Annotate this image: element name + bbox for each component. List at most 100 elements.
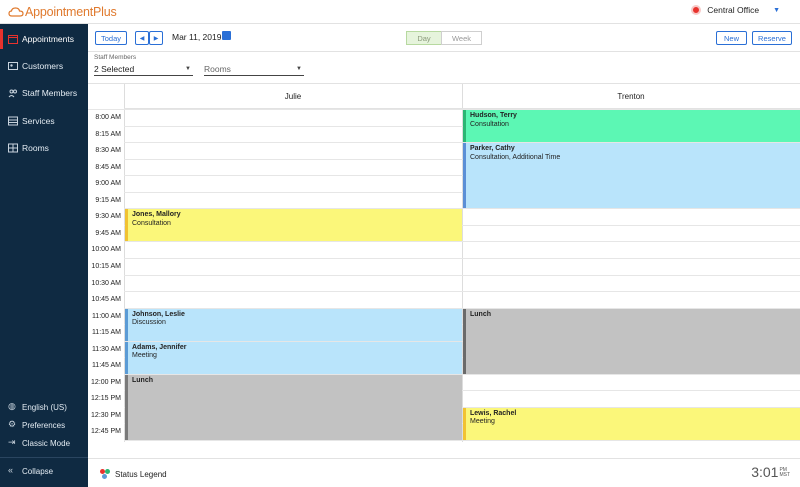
office-selector[interactable]: Central Office ▼ bbox=[691, 5, 780, 15]
gear-icon: ⚙ bbox=[8, 419, 17, 429]
office-status-icon bbox=[691, 5, 702, 15]
calendar-grid: Julie Trenton 8:00 AM 8:15 AM 8:30 AM 8:45 AM… bbox=[88, 84, 800, 442]
staff-select[interactable]: 2 Selected ▼ bbox=[94, 62, 193, 76]
time-label: 8:45 AM bbox=[95, 163, 121, 171]
sidebar-bottom-label: English (US) bbox=[22, 402, 67, 412]
top-bar: AppointmentPlus Central Office ▼ bbox=[0, 0, 800, 24]
next-day-button[interactable]: ▶ bbox=[149, 31, 163, 45]
new-button[interactable]: New bbox=[716, 31, 747, 45]
appointment-service: Meeting bbox=[132, 352, 157, 360]
sidebar-item-rooms[interactable]: Rooms bbox=[0, 135, 88, 161]
time-label: 10:45 AM bbox=[91, 296, 121, 304]
time-label: 9:30 AM bbox=[95, 213, 121, 221]
customers-icon bbox=[8, 61, 18, 71]
status-legend-label: Status Legend bbox=[115, 469, 167, 479]
caret-down-icon: ▼ bbox=[296, 66, 302, 72]
sidebar-bottom-label: Preferences bbox=[22, 420, 66, 430]
time-label: 11:45 AM bbox=[91, 362, 121, 370]
current-date[interactable]: Mar 11, 2019 bbox=[172, 32, 221, 42]
appointment-card[interactable]: Hudson, Terry Consultation bbox=[463, 110, 800, 143]
clock-timezone: MST bbox=[779, 472, 790, 478]
appointment-customer: Lunch bbox=[132, 376, 153, 384]
view-day-tab[interactable]: Day bbox=[406, 31, 442, 45]
services-icon bbox=[8, 116, 18, 126]
slot-line bbox=[124, 257, 800, 259]
time-label: 12:45 PM bbox=[91, 428, 121, 436]
status-legend-button[interactable]: Status Legend bbox=[100, 469, 167, 479]
appointment-service: Consultation bbox=[470, 120, 509, 128]
appointment-card[interactable]: Lewis, Rachel Meeting bbox=[463, 407, 800, 440]
toolbar: Today ◀ ▶ Mar 11, 2019 Day Week New Rese… bbox=[88, 24, 800, 52]
view-week-tab[interactable]: Week bbox=[441, 31, 482, 45]
calendar-picker-icon[interactable] bbox=[222, 31, 231, 40]
app-logo[interactable]: AppointmentPlus bbox=[8, 4, 117, 20]
appointment-customer: Adams, Jennifer bbox=[132, 343, 187, 351]
status-legend-icon bbox=[100, 469, 110, 479]
appointment-service: Consultation bbox=[132, 219, 171, 227]
chevron-down-icon: ▼ bbox=[773, 6, 780, 14]
sidebar-item-label: Rooms bbox=[22, 143, 49, 153]
appointment-service: Meeting bbox=[470, 418, 495, 426]
cloud-icon bbox=[8, 7, 24, 17]
prev-day-button[interactable]: ◀ bbox=[135, 31, 149, 45]
caret-down-icon: ▼ bbox=[185, 66, 191, 72]
appointment-customer: Lewis, Rachel bbox=[470, 409, 517, 417]
appointment-card[interactable]: Adams, Jennifer Meeting bbox=[125, 341, 462, 374]
sidebar-item-label: Staff Members bbox=[22, 88, 78, 98]
time-label: 12:30 PM bbox=[91, 411, 121, 419]
sidebar-item-staff-members[interactable]: Staff Members bbox=[0, 80, 88, 106]
sidebar: Appointments Customers Staff Members Servic… bbox=[0, 24, 88, 487]
appointment-card[interactable]: Johnson, Leslie Discussion bbox=[125, 308, 462, 341]
time-label: 10:30 AM bbox=[91, 279, 121, 287]
appointment-card[interactable]: Parker, Cathy Consultation, Additional Ti… bbox=[463, 143, 800, 209]
appointment-card[interactable]: Lunch bbox=[463, 308, 800, 374]
time-label: 11:00 AM bbox=[91, 312, 121, 320]
appointment-card[interactable]: Lunch bbox=[125, 374, 462, 440]
reserve-button[interactable]: Reserve bbox=[752, 31, 792, 45]
collapse-button[interactable]: « Collapse bbox=[0, 462, 88, 480]
sidebar-item-label: Customers bbox=[22, 61, 64, 71]
time-label: 12:00 PM bbox=[91, 378, 121, 386]
sidebar-bottom-preferences[interactable]: ⚙ Preferences bbox=[0, 416, 88, 434]
time-label: 10:00 AM bbox=[91, 246, 121, 254]
footer: Status Legend 3:01 PM MST bbox=[88, 458, 800, 487]
clock-time: 3:01 bbox=[751, 464, 779, 480]
caret-left-icon: ◀ bbox=[139, 35, 145, 42]
staff-select-value: 2 Selected bbox=[94, 63, 135, 74]
collapse-label: Collapse bbox=[22, 466, 54, 476]
slot-line bbox=[124, 440, 800, 441]
caret-right-icon: ▶ bbox=[153, 35, 159, 42]
appointment-customer: Lunch bbox=[470, 310, 491, 318]
time-label: 9:00 AM bbox=[95, 180, 121, 188]
appointment-card[interactable]: Jones, Mallory Consultation bbox=[125, 209, 462, 242]
staff-filter-label: Staff Members bbox=[94, 54, 137, 61]
sidebar-item-services[interactable]: Services bbox=[0, 108, 88, 134]
sidebar-bottom-label: Classic Mode bbox=[22, 438, 71, 448]
time-label: 8:00 AM bbox=[95, 114, 121, 121]
divider bbox=[0, 457, 88, 458]
today-button[interactable]: Today bbox=[95, 31, 127, 45]
staff-icon bbox=[8, 88, 18, 98]
column-header-julie: Julie bbox=[124, 84, 462, 109]
sidebar-item-appointments[interactable]: Appointments bbox=[0, 26, 88, 52]
appointment-customer: Hudson, Terry bbox=[470, 112, 517, 119]
sidebar-item-label: Services bbox=[22, 116, 55, 126]
filter-bar: Staff Members 2 Selected ▼ Rooms ▼ bbox=[88, 52, 800, 84]
time-label: 11:15 AM bbox=[91, 329, 121, 337]
time-label: 10:15 AM bbox=[91, 262, 121, 270]
clock: 3:01 PM MST bbox=[751, 465, 790, 479]
rooms-select[interactable]: Rooms ▼ bbox=[204, 62, 304, 76]
sidebar-item-customers[interactable]: Customers bbox=[0, 53, 88, 79]
appointment-customer: Johnson, Leslie bbox=[132, 310, 185, 318]
time-label: 12:15 PM bbox=[91, 395, 121, 403]
column-header-trenton: Trenton bbox=[462, 84, 800, 109]
appointment-customer: Parker, Cathy bbox=[470, 145, 515, 153]
app-name: AppointmentPlus bbox=[25, 5, 117, 19]
slot-line bbox=[124, 274, 800, 276]
time-label: 8:30 AM bbox=[95, 147, 121, 155]
sidebar-bottom-english-us[interactable]: ◍ English (US) bbox=[0, 398, 88, 416]
rooms-icon bbox=[8, 143, 18, 153]
appointment-customer: Jones, Mallory bbox=[132, 211, 181, 219]
sidebar-bottom-classic-mode[interactable]: ⇥ Classic Mode bbox=[0, 434, 88, 452]
time-label: 9:45 AM bbox=[95, 229, 121, 237]
